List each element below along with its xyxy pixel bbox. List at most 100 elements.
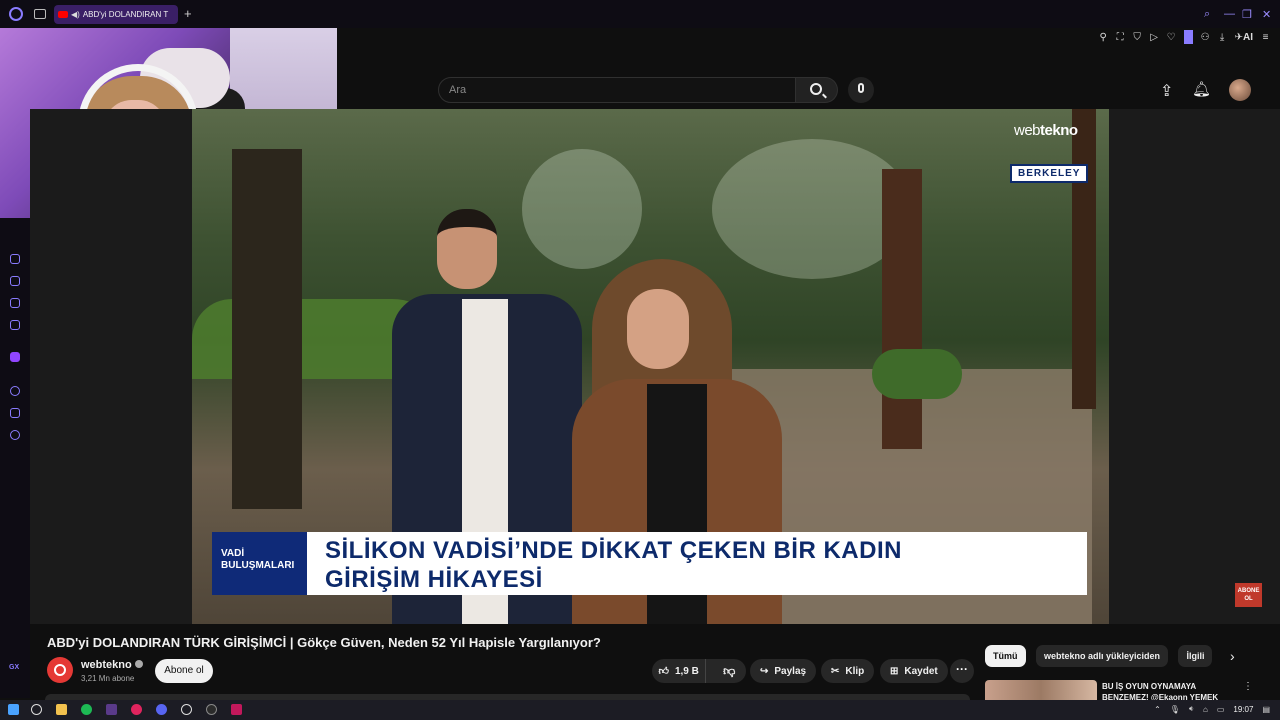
search-icon xyxy=(810,83,822,95)
opera-logo-icon[interactable] xyxy=(9,7,23,21)
like-count: 1,9 B xyxy=(674,665,699,677)
download-icon[interactable]: ⤓ xyxy=(1218,32,1227,43)
battery-icon[interactable]: ▭ xyxy=(1217,705,1225,714)
taskbar-clock[interactable]: 19:07 xyxy=(1233,705,1253,714)
tab-title: ABD'yi DOLANDIRAN T xyxy=(82,10,169,19)
clip-button[interactable]: ✂ Klip xyxy=(821,659,875,683)
subscriber-count: 3,21 Mn abone xyxy=(81,674,135,683)
more-actions-button[interactable]: ··· xyxy=(950,659,974,683)
video-tree xyxy=(232,149,302,509)
snapshot-icon[interactable]: ⛶ xyxy=(1116,32,1125,43)
spotify-icon[interactable] xyxy=(81,704,92,715)
settings-icon[interactable] xyxy=(10,430,20,440)
video-tree xyxy=(882,169,922,449)
channel-name[interactable]: webtekno xyxy=(81,659,143,671)
history-icon[interactable] xyxy=(10,386,20,396)
voice-search-button[interactable] xyxy=(848,77,874,103)
notification-icon[interactable]: ▤ xyxy=(1262,705,1270,714)
chevron-right-icon[interactable]: › xyxy=(1230,648,1235,664)
like-button[interactable]: 👍︎ 1,9 B xyxy=(652,659,707,683)
discord-icon[interactable] xyxy=(156,704,167,715)
search-tabs-icon[interactable]: ⌕ xyxy=(1204,8,1210,21)
obs-icon[interactable] xyxy=(131,704,142,715)
search-button[interactable] xyxy=(796,77,838,103)
steam-icon[interactable] xyxy=(181,704,192,715)
browser-tab-bar: ◀) ABD'yi DOLANDIRAN T + ⌕ — ❐ ✕ xyxy=(0,0,1280,28)
video-bush xyxy=(872,349,962,399)
profile-icon[interactable]: ⚇ xyxy=(1201,32,1210,43)
mic-tray-icon[interactable]: 🎙︎ xyxy=(1170,705,1180,714)
search-input[interactable]: Ara xyxy=(438,77,796,103)
lower-third-tag: VADİ BULUŞMALARI xyxy=(212,532,307,595)
restore-icon[interactable]: ❐ xyxy=(1242,8,1252,21)
shield-icon[interactable]: ⛉ xyxy=(1133,32,1142,43)
extensions-icon[interactable] xyxy=(10,408,20,418)
news-icon[interactable] xyxy=(10,298,20,308)
app-icon[interactable] xyxy=(231,704,242,715)
lower-third-tag-line: VADİ xyxy=(221,548,245,559)
recommended-title[interactable]: BU İŞ OYUN OYNAMAYA BENZEMEZ! @Ekaonn YE… xyxy=(1102,681,1232,700)
new-tab-button[interactable]: + xyxy=(184,6,192,21)
speed-dial-icon[interactable] xyxy=(10,254,20,264)
bag-icon[interactable] xyxy=(10,276,20,286)
heart-icon[interactable]: ♡ xyxy=(1167,32,1176,43)
twitch-icon[interactable] xyxy=(10,352,20,362)
lower-third-caption: VADİ BULUŞMALARI SİLİKON VADİSİ’NDE DİKK… xyxy=(212,532,1087,595)
aria-ai-button[interactable]: ✈AI xyxy=(1235,32,1253,43)
file-explorer-icon[interactable] xyxy=(56,704,67,715)
video-player[interactable]: webtekno BERKELEY VADİ BULUŞMALARI SİLİK… xyxy=(192,109,1109,624)
speaker-icon[interactable]: ◀) xyxy=(71,10,80,19)
toolbar-divider xyxy=(1183,30,1193,44)
close-window-icon[interactable]: ✕ xyxy=(1262,8,1271,21)
avatar[interactable] xyxy=(1229,79,1251,101)
lower-third-tag-line: BULUŞMALARI xyxy=(221,560,295,571)
windows-taskbar: ⌃ 🎙︎ 🔉︎ ⌂ ▭ 19:07 ▤ xyxy=(0,700,1280,720)
youtube-favicon-icon xyxy=(58,11,68,18)
player-icon[interactable]: ▷ xyxy=(1150,32,1159,43)
notifications-bell-icon[interactable]: 🔔︎ xyxy=(1192,80,1211,98)
share-icon: ↪ xyxy=(760,665,769,677)
chip-related[interactable]: İlgili xyxy=(1178,645,1213,667)
windows-start-icon[interactable] xyxy=(8,704,19,715)
browser-sidebar: GX xyxy=(0,218,30,698)
scissors-icon: ✂ xyxy=(831,665,840,677)
opera-gx-taskbar-icon[interactable] xyxy=(106,704,117,715)
clip-label: Klip xyxy=(845,665,865,677)
lower-third-title-line: GİRİŞİM HİKAYESİ xyxy=(325,566,543,593)
network-icon[interactable]: ⌂ xyxy=(1203,705,1208,714)
volume-icon[interactable]: 🔉︎ xyxy=(1189,704,1194,714)
menu-icon[interactable]: ≡ xyxy=(1261,32,1270,43)
save-button[interactable]: ⊞ Kaydet xyxy=(880,659,948,683)
recommended-thumbnail[interactable] xyxy=(985,680,1097,700)
subscribe-button[interactable]: Abone ol xyxy=(155,659,213,683)
lower-third-title: SİLİKON VADİSİ’NDE DİKKAT ÇEKEN BİR KADI… xyxy=(307,532,1087,595)
video-woman-face xyxy=(627,289,689,369)
browser-tab-active[interactable]: ◀) ABD'yi DOLANDIRAN T xyxy=(54,5,178,24)
pin-icon[interactable]: ⚲ xyxy=(1099,32,1108,43)
location-badge: BERKELEY xyxy=(1010,164,1089,183)
abone-text: OL xyxy=(1244,596,1253,602)
app-icon[interactable] xyxy=(206,704,217,715)
lower-third-title-line: SİLİKON VADİSİ’NDE DİKKAT ÇEKEN BİR KADI… xyxy=(325,537,902,564)
thumbs-down-icon: 👎︎ xyxy=(723,663,736,678)
messenger-icon[interactable] xyxy=(10,320,20,330)
save-label: Kaydet xyxy=(904,665,938,677)
subscribe-watermark-button[interactable]: ABONE OL xyxy=(1235,583,1262,607)
chevron-up-icon[interactable]: ⌃ xyxy=(1154,705,1161,714)
channel-avatar[interactable] xyxy=(47,657,73,683)
search-icon[interactable] xyxy=(31,704,42,715)
tab-switcher-icon[interactable] xyxy=(34,9,46,19)
verified-icon xyxy=(134,660,143,668)
upload-icon[interactable]: ⇪ xyxy=(1160,81,1173,101)
kebab-menu-icon[interactable]: ⋮ xyxy=(1243,681,1253,692)
video-man-head xyxy=(437,209,497,289)
minimize-icon[interactable]: — xyxy=(1224,8,1235,20)
bookmark-icon: ⊞ xyxy=(890,665,899,677)
chip-from-uploader[interactable]: webtekno adlı yükleyiciden xyxy=(1035,645,1168,667)
dislike-button[interactable]: 👎︎ xyxy=(712,664,746,679)
chip-all[interactable]: Tümü xyxy=(985,645,1026,667)
share-button[interactable]: ↪ Paylaş xyxy=(750,659,817,683)
browser-toolbar: ⚲ ⛶ ⛉ ▷ ♡ ⚇ ⤓ ✈AI ≡ xyxy=(1099,30,1270,44)
microphone-icon xyxy=(858,83,864,93)
video-title: ABD'yi DOLANDIRAN TÜRK GİRİŞİMCİ | Gökçe… xyxy=(47,635,601,650)
